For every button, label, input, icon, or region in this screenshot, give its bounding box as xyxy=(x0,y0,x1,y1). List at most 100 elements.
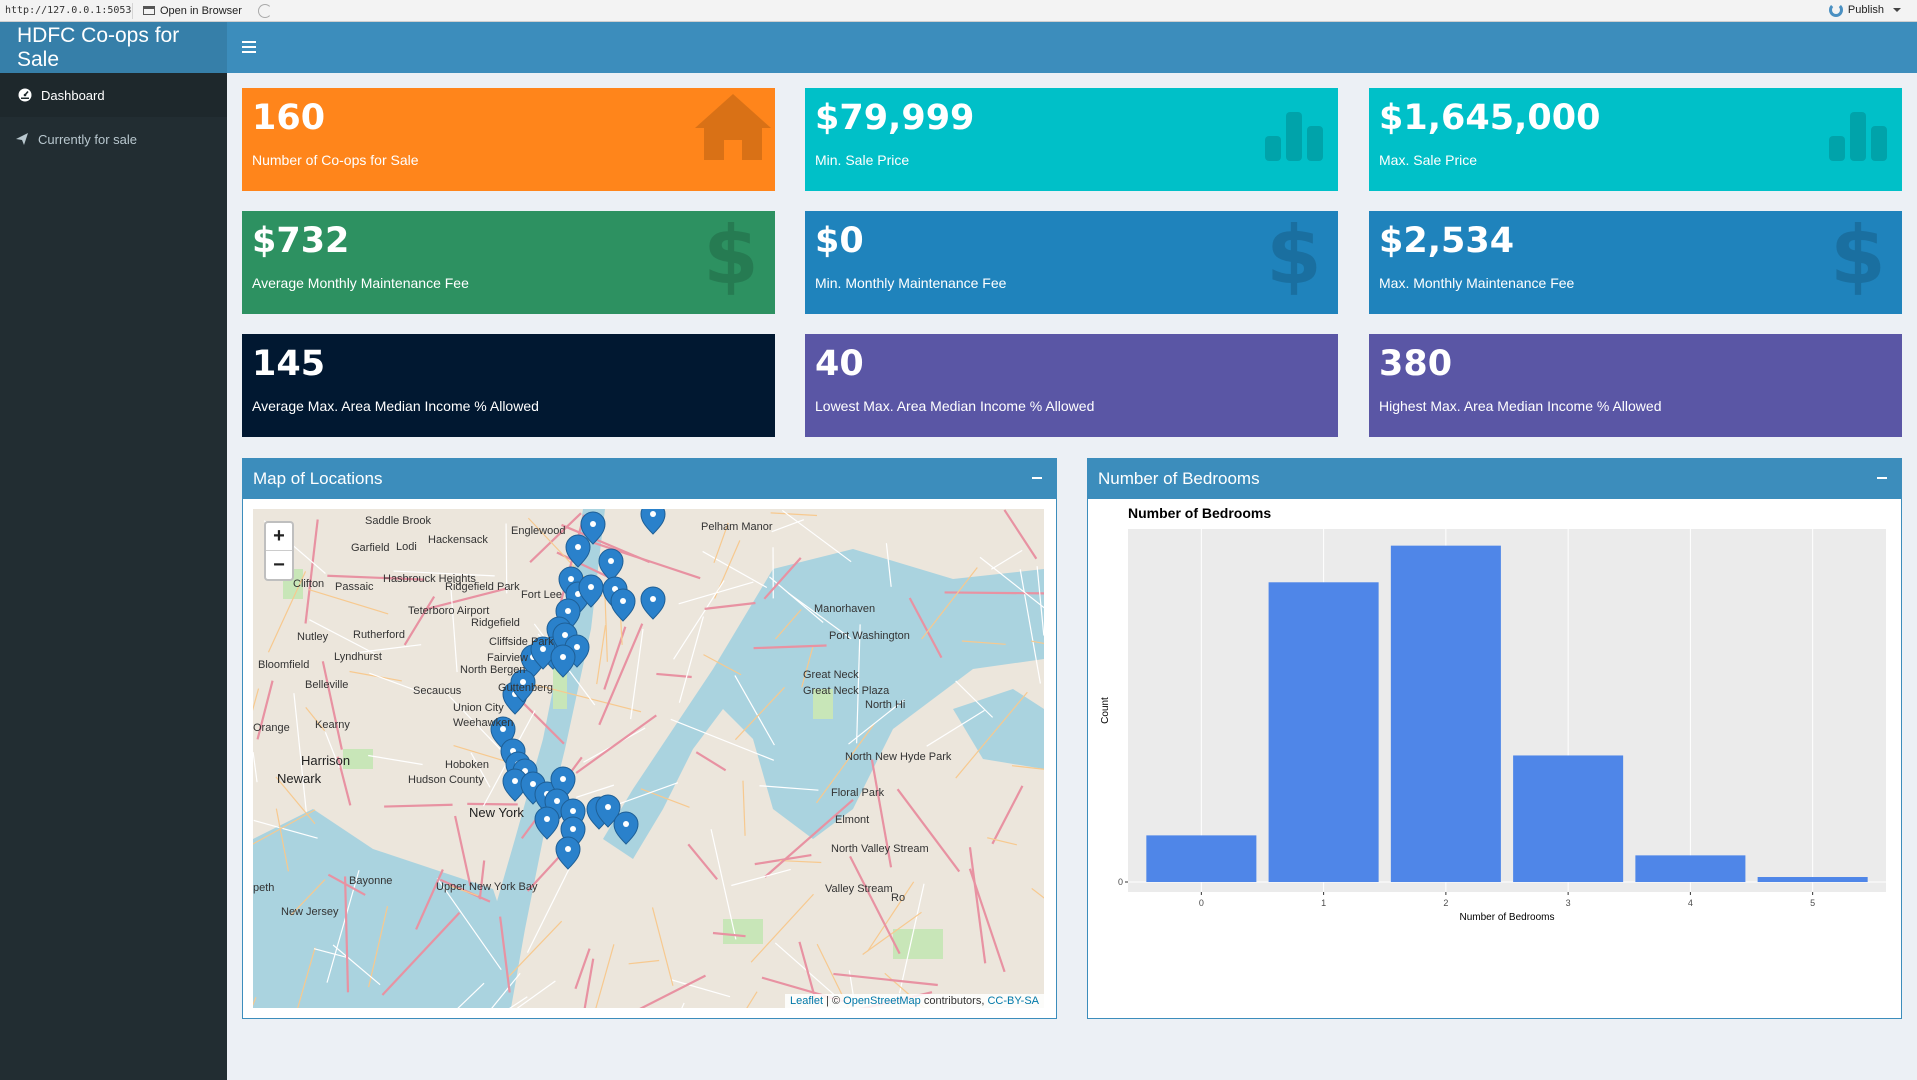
map-place-label: Union City xyxy=(453,702,504,714)
road xyxy=(944,591,1044,595)
value-box-value: 145 xyxy=(252,344,326,384)
value-box-value: $732 xyxy=(252,221,350,261)
url-text: http://127.0.0.1:5053 xyxy=(5,5,132,16)
map-place-label: Rutherford xyxy=(353,629,405,641)
svg-text:$: $ xyxy=(1266,211,1322,301)
attribution-contributors: contributors, xyxy=(920,995,988,1007)
bar-4 xyxy=(1635,855,1746,883)
value-box-coop-count: 160 Number of Co-ops for Sale xyxy=(242,88,775,191)
bar-0 xyxy=(1146,835,1257,883)
map-place-label: Great Neck xyxy=(803,669,859,681)
zoom-control: + − xyxy=(264,521,294,581)
sidebar: Dashboard Currently for sale xyxy=(0,73,227,1080)
bar-5 xyxy=(1757,877,1868,883)
zoom-in-button[interactable]: + xyxy=(266,523,292,551)
y-axis-label: Count xyxy=(1100,697,1111,724)
map-place-label: Secaucus xyxy=(413,685,462,697)
park-area xyxy=(723,919,763,944)
osm-link[interactable]: OpenStreetMap xyxy=(843,995,921,1007)
y-tick-label: 0 xyxy=(1118,877,1123,887)
collapse-button[interactable] xyxy=(1030,468,1044,488)
value-box-value: $1,645,000 xyxy=(1379,98,1601,138)
map-place-label: Upper New York Bay xyxy=(436,881,538,893)
browser-toolbar: http://127.0.0.1:5053 Open in Browser Pu… xyxy=(0,0,1917,22)
map-place-label: Passaic xyxy=(335,581,374,593)
map-place-label: North Bergen xyxy=(460,664,526,676)
collapse-button[interactable] xyxy=(1875,468,1889,488)
map-place-label: Garfield xyxy=(351,542,390,554)
sidebar-item-dashboard[interactable]: Dashboard xyxy=(0,73,227,117)
map-place-label: Manorhaven xyxy=(814,603,876,615)
dollar-icon: $ xyxy=(703,211,759,301)
leaflet-map[interactable]: + − Saddle Brook Hackensack Englewood Pelha… xyxy=(253,509,1044,1008)
zoom-out-button[interactable]: − xyxy=(266,551,292,579)
x-tick-label: 2 xyxy=(1443,898,1448,908)
value-box-max-price: $1,645,000 Max. Sale Price xyxy=(1369,88,1902,191)
value-box-value: 380 xyxy=(1379,344,1453,384)
map-place-label: Great Neck Plaza xyxy=(803,685,890,697)
map-place-label: Guttenberg xyxy=(498,682,554,694)
map-panel-title: Map of Locations xyxy=(253,469,383,488)
publish-button[interactable]: Publish xyxy=(1828,3,1901,17)
map-place-label: Ridgefield xyxy=(471,617,520,629)
value-box-max-ami: 380 Highest Max. Area Median Income % Al… xyxy=(1369,334,1902,437)
sidebar-toggle-icon[interactable] xyxy=(242,41,256,53)
map-place-label: New Jersey xyxy=(281,906,339,918)
open-in-browser-button[interactable]: Open in Browser xyxy=(132,2,252,19)
map-place-label: Fort Lee xyxy=(521,589,562,601)
bar-1 xyxy=(1268,582,1379,883)
minus-icon xyxy=(1877,477,1887,479)
map-place-label: Kearny xyxy=(315,719,350,731)
minus-icon xyxy=(1032,477,1042,479)
map-place-label: Valley Stream xyxy=(825,883,893,895)
value-box-label: Lowest Max. Area Median Income % Allowed xyxy=(815,398,1095,414)
sidebar-item-currently-for-sale[interactable]: Currently for sale xyxy=(0,117,227,161)
map-place-label: Ridgefield Park xyxy=(445,581,520,593)
value-box-value: 160 xyxy=(252,98,326,138)
bedrooms-panel: Number of Bedrooms Number of Bedrooms 0 1 2… xyxy=(1087,458,1902,1019)
map-place-label: Elmont xyxy=(835,814,870,826)
map-place-label: Pelham Manor xyxy=(701,521,773,533)
map-place-label: North Hi xyxy=(865,699,906,711)
map-place-label: Bayonne xyxy=(349,875,393,887)
value-box-value: $2,534 xyxy=(1379,221,1515,261)
navbar xyxy=(227,22,1917,73)
value-box-label: Min. Monthly Maintenance Fee xyxy=(815,275,1007,291)
bedrooms-chart: Number of Bedrooms 0 1 2 3 4 5 0 Number of Bedro… xyxy=(1100,505,1886,923)
value-box-avg-fee: $732 Average Monthly Maintenance Fee $ xyxy=(242,211,775,314)
map-place-label: Lyndhurst xyxy=(334,651,382,663)
value-box-value: $79,999 xyxy=(815,98,975,138)
map-place-label: Clifton xyxy=(293,578,325,590)
map-place-label: North Valley Stream xyxy=(831,843,929,855)
license-link[interactable]: CC-BY-SA xyxy=(987,995,1039,1007)
refresh-icon[interactable] xyxy=(257,3,272,18)
value-box-min-price: $79,999 Min. Sale Price xyxy=(805,88,1338,191)
map-place-label: Ro xyxy=(891,892,906,904)
map-place-label: Cliffside Park xyxy=(489,636,554,648)
x-tick-label: 4 xyxy=(1688,898,1693,908)
x-tick-label: 5 xyxy=(1810,898,1815,908)
attribution-separator: | © xyxy=(823,995,844,1007)
leaflet-link[interactable]: Leaflet xyxy=(790,995,823,1007)
map-place-label: Hoboken xyxy=(445,759,490,771)
value-box-label: Average Monthly Maintenance Fee xyxy=(252,275,469,291)
app-title-text: HDFC Co-ops for Sale xyxy=(17,23,180,71)
dollar-icon: $ xyxy=(1266,211,1322,301)
map-place-label: Teterboro Airport xyxy=(408,605,490,617)
value-box-label: Min. Sale Price xyxy=(815,152,910,168)
map-place-label: Nutley xyxy=(297,631,329,643)
map-place-label: Weehawken xyxy=(453,717,514,729)
value-box-avg-ami: 145 Average Max. Area Median Income % Al… xyxy=(242,334,775,437)
park-area xyxy=(893,929,943,959)
value-box-label: Max. Monthly Maintenance Fee xyxy=(1379,275,1575,291)
bar-chart-icon xyxy=(1265,112,1323,161)
map-attribution: Leaflet | © OpenStreetMap contributors, … xyxy=(784,994,1044,1008)
app-title: HDFC Co-ops for Sale xyxy=(0,22,227,73)
svg-text:$: $ xyxy=(1830,211,1886,301)
bar-chart-icon xyxy=(1829,112,1887,161)
svg-text:$: $ xyxy=(703,211,759,301)
value-box-min-ami: 40 Lowest Max. Area Median Income % Allo… xyxy=(805,334,1338,437)
map-place-label: Belleville xyxy=(305,679,349,691)
value-box-label: Highest Max. Area Median Income % Allowe… xyxy=(1379,398,1662,414)
x-tick-label: 3 xyxy=(1566,898,1571,908)
